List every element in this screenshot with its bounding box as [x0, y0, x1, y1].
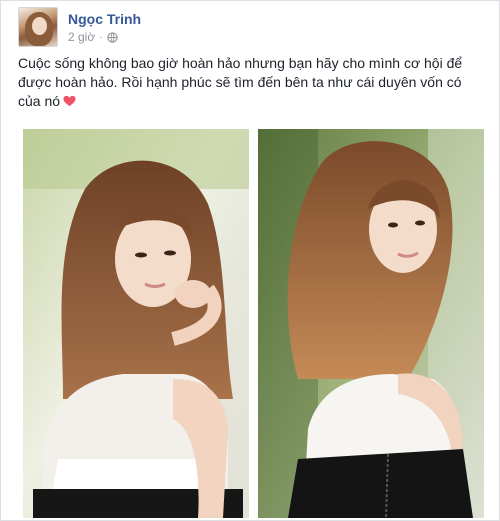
pink-heart-icon — [63, 95, 76, 107]
post-time[interactable]: 2 giờ — [68, 30, 95, 44]
post-header: Ngọc Trinh 2 giờ · — [18, 7, 489, 51]
author-name[interactable]: Ngọc Trinh — [68, 11, 141, 27]
photo-2-image — [258, 129, 484, 518]
meta-separator: · — [99, 31, 103, 43]
post-message: Cuộc sống không bao giờ hoàn hảo nhưng b… — [18, 55, 463, 109]
post-text: Cuộc sống không bao giờ hoàn hảo nhưng b… — [18, 54, 478, 111]
avatar-face — [32, 17, 47, 35]
photo-grid — [23, 129, 484, 518]
globe-icon[interactable] — [106, 31, 118, 43]
photo-1[interactable] — [23, 129, 249, 518]
photo-2[interactable] — [258, 129, 484, 518]
avatar[interactable] — [18, 7, 58, 47]
photo-1-image — [23, 129, 249, 518]
facebook-post: Ngọc Trinh 2 giờ · Cuộc sống không bao g… — [0, 0, 500, 521]
post-meta: 2 giờ · — [68, 30, 118, 44]
